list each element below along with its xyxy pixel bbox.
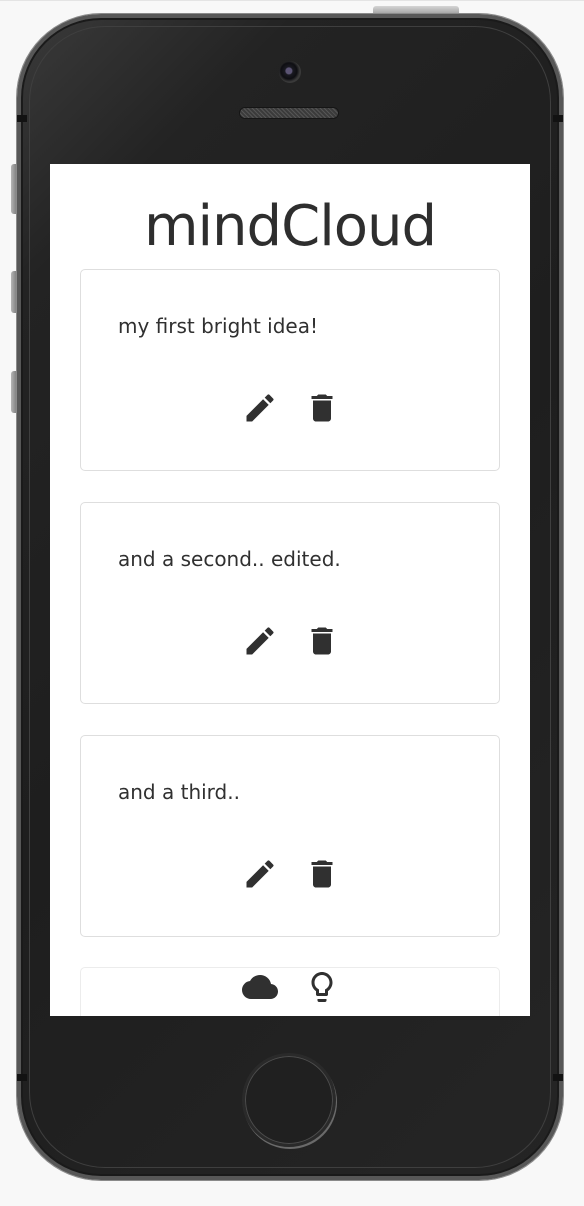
idea-text: my first bright idea!: [118, 314, 318, 338]
home-button[interactable]: [242, 1053, 336, 1147]
new-idea-button[interactable]: [304, 969, 340, 1005]
idea-text: and a second.. edited.: [118, 547, 341, 571]
delete-button[interactable]: [304, 856, 340, 892]
pencil-icon: [246, 860, 274, 888]
idea-list: my first bright idea! and a second.. edi…: [80, 269, 500, 968]
antenna-band: [553, 1074, 563, 1081]
earpiece-speaker: [240, 108, 338, 118]
top-border: [0, 0, 584, 1]
delete-button[interactable]: [304, 390, 340, 426]
app-title: mindCloud: [143, 194, 437, 259]
idea-actions: [81, 623, 501, 659]
trash-icon: [311, 860, 333, 888]
edit-button[interactable]: [242, 856, 278, 892]
antenna-band: [553, 115, 563, 122]
idea-card: and a second.. edited.: [80, 502, 500, 704]
cloud-button[interactable]: [242, 969, 278, 1005]
trash-icon: [311, 394, 333, 422]
pencil-icon: [246, 627, 274, 655]
cloud-icon: [242, 975, 278, 999]
edit-button[interactable]: [242, 390, 278, 426]
edit-button[interactable]: [242, 623, 278, 659]
idea-card: my first bright idea!: [80, 269, 500, 471]
idea-actions: [81, 856, 501, 892]
antenna-band: [17, 1074, 27, 1081]
new-idea-card: [80, 967, 500, 1016]
idea-actions: [81, 390, 501, 426]
idea-card: and a third..: [80, 735, 500, 937]
phone-screen: mindCloud my first bright idea! and a se…: [50, 164, 530, 1016]
idea-text: and a third..: [118, 780, 240, 804]
lightbulb-icon: [311, 972, 333, 1002]
front-camera: [279, 61, 301, 83]
trash-icon: [311, 627, 333, 655]
page: mindCloud my first bright idea! and a se…: [0, 0, 584, 1206]
delete-button[interactable]: [304, 623, 340, 659]
pencil-icon: [246, 394, 274, 422]
antenna-band: [17, 115, 27, 122]
